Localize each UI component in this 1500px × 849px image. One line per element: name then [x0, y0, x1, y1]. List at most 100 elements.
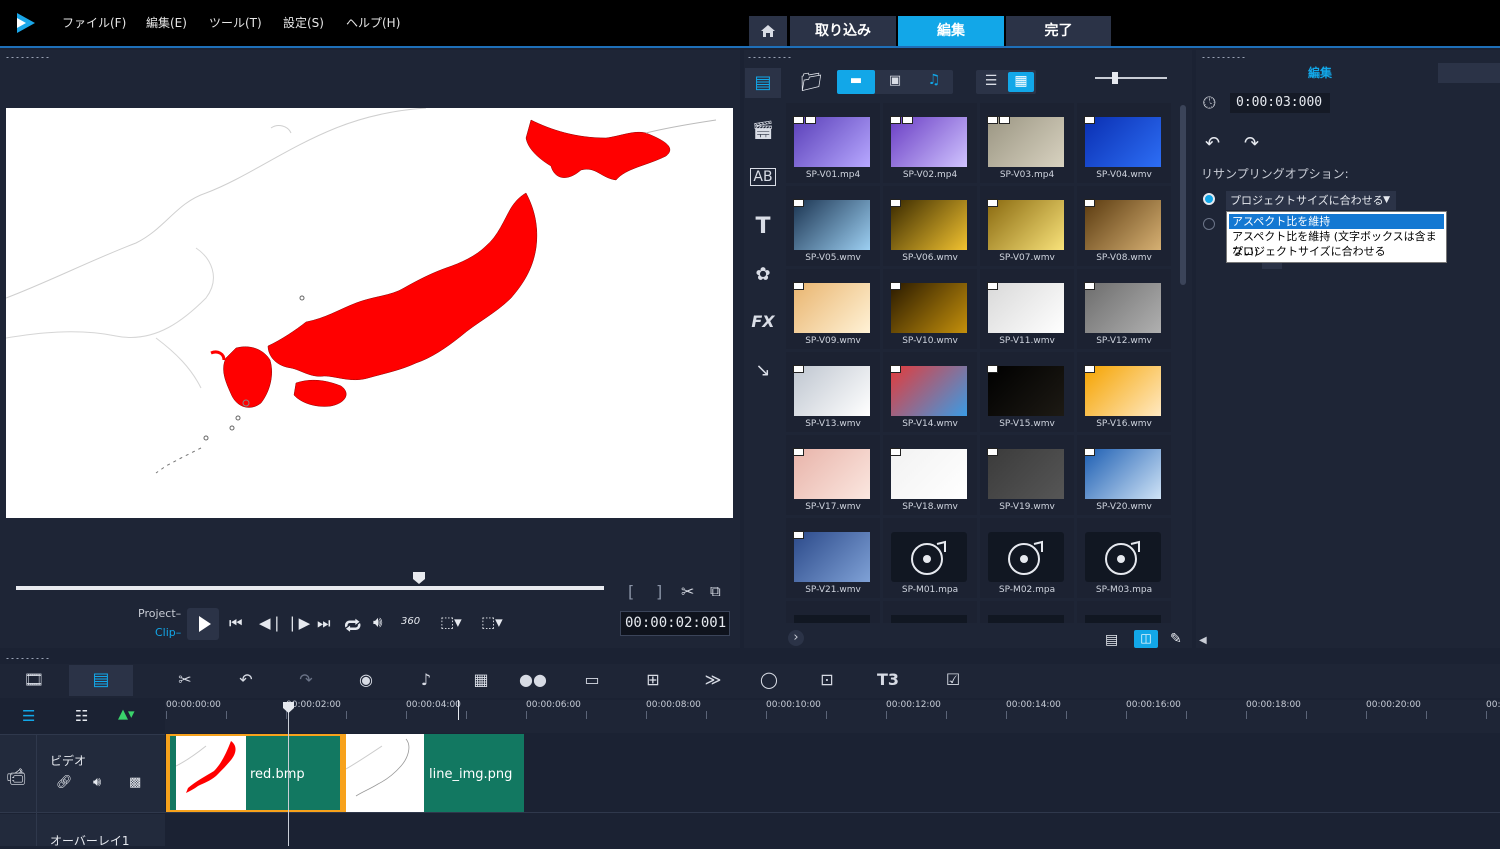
- library-thumbnail[interactable]: [980, 601, 1074, 623]
- project-mode[interactable]: Project–: [138, 607, 181, 620]
- menu-settings[interactable]: 設定(S): [283, 14, 324, 31]
- scrub-bar[interactable]: [16, 586, 604, 590]
- tab-options-other[interactable]: [1438, 63, 1500, 83]
- thumbnail-view-button[interactable]: ▦: [1008, 72, 1034, 92]
- library-manager-icon[interactable]: ▤: [1105, 632, 1118, 648]
- library-thumbnail[interactable]: SP-V07.wmv: [980, 186, 1074, 266]
- scissors-icon[interactable]: ✂: [681, 582, 694, 601]
- library-thumbnail[interactable]: SP-V05.wmv: [786, 186, 880, 266]
- repeat-icon[interactable]: 🔁︎: [344, 612, 361, 638]
- menu-edit[interactable]: 編集(E): [146, 14, 187, 31]
- edit-icon[interactable]: ✎: [1170, 631, 1182, 647]
- panel-grip[interactable]: [5, 657, 51, 660]
- library-thumbnail[interactable]: SP-V10.wmv: [883, 269, 977, 349]
- checker-icon[interactable]: ▩: [129, 775, 141, 790]
- panel-grip[interactable]: [5, 56, 51, 59]
- library-thumbnail[interactable]: SP-V19.wmv: [980, 435, 1074, 515]
- library-thumbnail[interactable]: SP-V03.mp4: [980, 103, 1074, 183]
- library-thumbnail[interactable]: SP-V01.mp4: [786, 103, 880, 183]
- library-thumbnail[interactable]: SP-V14.wmv: [883, 352, 977, 432]
- library-scrollbar[interactable]: [1180, 105, 1186, 285]
- library-thumbnail[interactable]: [883, 601, 977, 623]
- filter-photo-icon[interactable]: ▣: [876, 73, 914, 88]
- collapse-arrow-icon[interactable]: ◀: [1199, 635, 1207, 646]
- expand-icon[interactable]: ›: [788, 630, 804, 646]
- library-thumbnail[interactable]: SP-V04.wmv: [1077, 103, 1171, 183]
- redo-icon[interactable]: ↷: [291, 670, 321, 692]
- library-thumbnail[interactable]: SP-V13.wmv: [786, 352, 880, 432]
- copy-frame-icon[interactable]: ⧉: [710, 582, 721, 600]
- transition-icon[interactable]: AB: [750, 168, 776, 186]
- library-thumbnail[interactable]: SP-M01.mpa: [883, 518, 977, 598]
- dropdown-option-2[interactable]: アスペクト比を維持 (文字ボックスは含まない): [1229, 229, 1444, 258]
- dropdown-option-1[interactable]: アスペクト比を維持: [1229, 214, 1444, 229]
- playhead-line[interactable]: [288, 705, 289, 846]
- motion-tracking-icon[interactable]: ●●: [518, 670, 548, 692]
- clip-mode[interactable]: Clip–: [155, 626, 181, 639]
- rotate-right-icon[interactable]: ↷: [1244, 133, 1259, 154]
- mark-in-button[interactable]: [: [628, 582, 634, 601]
- library-thumbnail[interactable]: SP-V02.mp4: [883, 103, 977, 183]
- undo-icon[interactable]: ↶: [231, 670, 261, 692]
- path-icon[interactable]: ↘: [750, 360, 776, 381]
- library-thumbnail[interactable]: [1077, 601, 1171, 623]
- library-thumbnail[interactable]: SP-V12.wmv: [1077, 269, 1171, 349]
- add-track-icon[interactable]: ☷: [75, 707, 88, 725]
- playhead-handle[interactable]: [282, 701, 295, 714]
- library-thumbnail[interactable]: SP-V17.wmv: [786, 435, 880, 515]
- sound-mixer-icon[interactable]: ♪: [411, 670, 441, 692]
- menu-file[interactable]: ファイル(F): [62, 14, 126, 31]
- library-thumbnail[interactable]: [786, 601, 880, 623]
- library-thumbnail[interactable]: SP-V08.wmv: [1077, 186, 1171, 266]
- ripple-edit-icon[interactable]: ▲▾: [118, 707, 135, 722]
- menu-help[interactable]: ヘルプ(H): [346, 14, 400, 31]
- view-360-icon[interactable]: 360: [401, 616, 420, 627]
- library-thumbnail[interactable]: SP-V09.wmv: [786, 269, 880, 349]
- list-view-icon[interactable]: ☰: [978, 73, 1004, 89]
- library-thumbnail[interactable]: SP-V16.wmv: [1077, 352, 1171, 432]
- clip-trim-left[interactable]: [166, 736, 170, 810]
- 3d-title-icon[interactable]: T3: [873, 670, 903, 692]
- graphics-icon[interactable]: ✿: [750, 264, 776, 285]
- aspect-ratio-icon[interactable]: ⬚▾: [440, 613, 462, 631]
- instant-project-icon[interactable]: 🎬︎: [750, 120, 776, 141]
- multi-camera-icon[interactable]: ⊞: [638, 670, 668, 692]
- library-thumbnail[interactable]: SP-V18.wmv: [883, 435, 977, 515]
- filter-audio-icon[interactable]: ♫: [915, 72, 953, 88]
- track-volume-icon[interactable]: 🔊︎: [93, 775, 101, 790]
- time-remap-icon[interactable]: ≫: [698, 670, 728, 692]
- panel-grip[interactable]: [1201, 56, 1247, 59]
- fx-icon[interactable]: FX: [750, 312, 776, 331]
- clip-trim-right[interactable]: [340, 736, 344, 810]
- timeline-view-button[interactable]: ▤: [69, 665, 133, 696]
- options-toggle-button[interactable]: ◫: [1134, 630, 1158, 648]
- pan-zoom-icon[interactable]: ⊡: [812, 670, 842, 692]
- panel-grip[interactable]: [747, 56, 793, 59]
- volume-icon[interactable]: 🔊︎: [373, 613, 382, 631]
- tab-edit[interactable]: 編集: [898, 16, 1004, 46]
- crop-icon[interactable]: ⬚▾: [481, 613, 503, 631]
- thumbnail-size-slider[interactable]: [1095, 77, 1167, 79]
- mask-creator-icon[interactable]: ◯: [754, 670, 784, 692]
- library-thumbnail[interactable]: SP-V20.wmv: [1077, 435, 1171, 515]
- tab-import[interactable]: 取り込み: [790, 16, 896, 46]
- clip-red-bmp[interactable]: red.bmp: [166, 734, 346, 812]
- library-thumbnail[interactable]: SP-M03.mpa: [1077, 518, 1171, 598]
- resampling-radio-2[interactable]: [1203, 218, 1215, 230]
- title-icon[interactable]: T: [750, 214, 776, 239]
- subtitle-editor-icon[interactable]: ▭: [577, 670, 607, 692]
- next-frame-icon[interactable]: ❘▶: [286, 614, 310, 632]
- track-manager-icon[interactable]: ☰: [22, 707, 35, 725]
- go-to-start-icon[interactable]: ⏮: [229, 614, 243, 632]
- add-folder-icon[interactable]: 📁︎: [800, 72, 823, 93]
- storyboard-view-icon[interactable]: 🎞︎: [19, 670, 49, 692]
- go-to-end-icon[interactable]: ⏭: [317, 614, 331, 632]
- resampling-radio-selected[interactable]: [1203, 193, 1215, 205]
- tools-icon[interactable]: ✂: [170, 670, 200, 692]
- home-button[interactable]: [749, 16, 787, 46]
- dropdown-option-3[interactable]: プロジェクトサイズに合わせる: [1229, 244, 1444, 259]
- auto-music-icon[interactable]: ▦: [466, 670, 496, 692]
- slider-handle[interactable]: [1112, 72, 1118, 84]
- record-capture-icon[interactable]: ◉: [351, 670, 381, 692]
- mark-out-button[interactable]: ]: [656, 582, 662, 601]
